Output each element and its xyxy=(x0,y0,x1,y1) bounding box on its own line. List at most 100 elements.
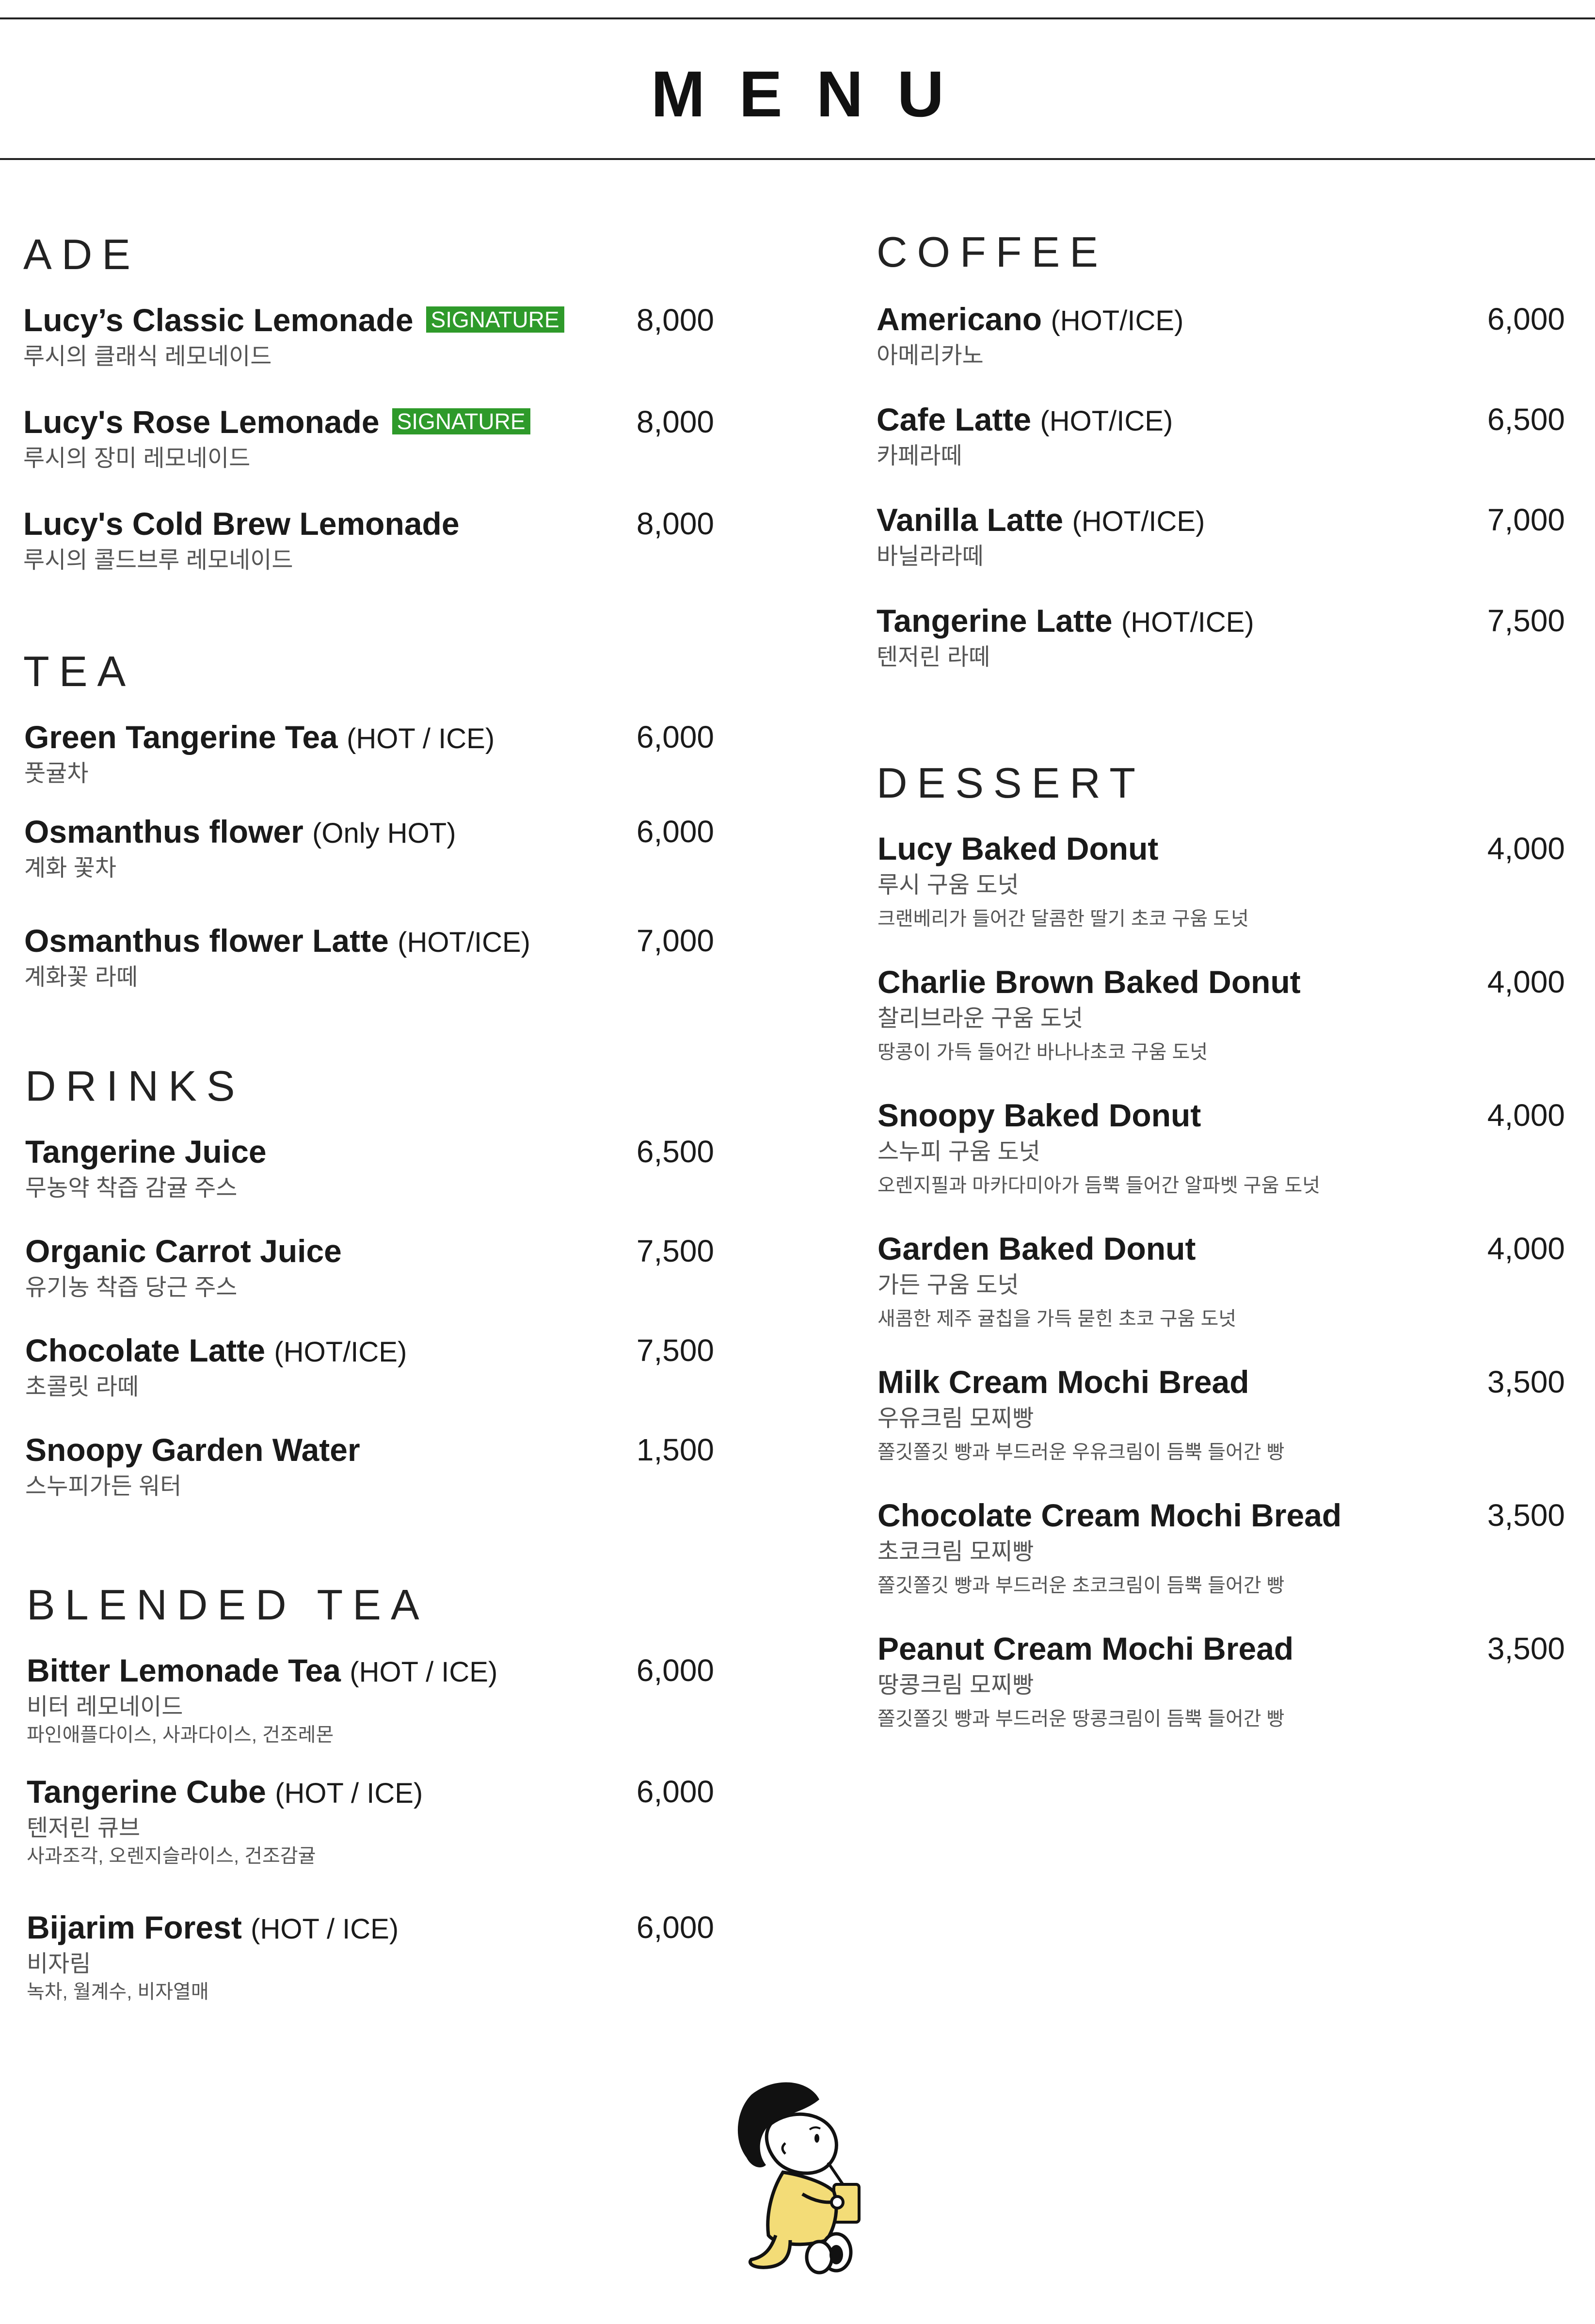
item-korean-name: 루시의 장미 레모네이드 xyxy=(23,446,251,471)
item-price: 6,500 xyxy=(636,1134,714,1169)
item-price: 4,000 xyxy=(1487,1098,1565,1133)
item-name: Lucy’s Classic Lemonade SIGNATURE xyxy=(23,301,564,339)
item-description: 쫄깃쫄깃 빵과 부드러운 땅콩크림이 듬뿍 들어간 빵 xyxy=(877,1708,1285,1730)
item-korean-name: 땅콩크림 모찌빵 xyxy=(877,1672,1034,1698)
item-price: 8,000 xyxy=(636,506,714,541)
item-price: 4,000 xyxy=(1487,831,1565,866)
item-name: Snoopy Baked Donut xyxy=(877,1097,1201,1133)
item-ingredients: 파인애플다이스, 사과다이스, 건조레몬 xyxy=(27,1724,334,1746)
menu-item: Vanilla Latte (HOT/ICE) 7,000 바닐라라떼 xyxy=(877,500,1565,573)
item-price: 3,500 xyxy=(1487,1631,1565,1666)
top-divider xyxy=(0,17,1595,19)
item-ingredients: 녹차, 월계수, 비자열매 xyxy=(27,1981,209,2003)
header-divider xyxy=(0,158,1595,160)
item-price: 7,500 xyxy=(636,1333,714,1368)
section-title-tea: TEA xyxy=(23,647,136,695)
item-korean-name: 루시 구움 도넛 xyxy=(877,872,1019,898)
section-title-blended-tea: BLENDED TEA xyxy=(27,1581,429,1629)
item-price: 6,000 xyxy=(636,1774,714,1809)
item-name: Green Tangerine Tea (HOT / ICE) xyxy=(24,719,495,755)
item-korean-name: 계화 꽃차 xyxy=(24,855,116,881)
item-korean-name: 찰리브라운 구움 도넛 xyxy=(877,1006,1084,1031)
item-price: 6,000 xyxy=(636,720,714,754)
item-description: 크랜베리가 들어간 달콤한 딸기 초코 구움 도넛 xyxy=(877,908,1249,930)
item-korean-name: 우유크림 모찌빵 xyxy=(877,1406,1034,1431)
item-korean-name: 무농약 착즙 감귤 주스 xyxy=(25,1175,238,1201)
menu-item: Charlie Brown Baked Donut 4,000 찰리브라운 구움… xyxy=(877,962,1565,1069)
item-name: Bijarim Forest (HOT / ICE) xyxy=(27,1909,399,1945)
item-name: Cafe Latte (HOT/ICE) xyxy=(877,401,1173,437)
menu-item: Bijarim Forest (HOT / ICE) 6,000 비자림 녹차,… xyxy=(27,1908,714,2010)
item-name: Osmanthus flower Latte (HOT/ICE) xyxy=(24,923,530,959)
item-korean-name: 초코크림 모찌빵 xyxy=(877,1539,1034,1565)
menu-item: Garden Baked Donut 4,000 가든 구움 도넛 새콤한 제주… xyxy=(877,1229,1565,1336)
menu-item: Chocolate Cream Mochi Bread 3,500 초코크림 모… xyxy=(877,1496,1565,1603)
item-name: Peanut Cream Mochi Bread xyxy=(877,1631,1294,1667)
signature-badge: SIGNATURE xyxy=(426,306,564,333)
menu-item: Osmanthus flower Latte (HOT/ICE) 7,000 계… xyxy=(24,921,714,994)
item-price: 8,000 xyxy=(636,303,714,337)
item-description: 땅콩이 가득 들어간 바나나초코 구움 도넛 xyxy=(877,1042,1208,1063)
item-price: 4,000 xyxy=(1487,1231,1565,1266)
section-title-coffee: COFFEE xyxy=(877,228,1108,276)
item-korean-name: 가든 구움 도넛 xyxy=(877,1272,1019,1298)
item-korean-name: 루시의 콜드브루 레모네이드 xyxy=(23,547,293,573)
item-price: 8,000 xyxy=(636,404,714,439)
item-description: 쫄깃쫄깃 빵과 부드러운 초코크림이 듬뿍 들어간 빵 xyxy=(877,1575,1285,1596)
item-price: 7,000 xyxy=(636,923,714,958)
item-name: Charlie Brown Baked Donut xyxy=(877,964,1301,1000)
item-price: 3,500 xyxy=(1487,1364,1565,1399)
lucy-drinking-icon xyxy=(737,2082,861,2275)
menu-item: Lucy's Cold Brew Lemonade 8,000 루시의 콜드브루… xyxy=(23,504,714,577)
item-name: Lucy Baked Donut xyxy=(877,831,1159,866)
item-name: Tangerine Cube (HOT / ICE) xyxy=(27,1774,423,1810)
item-korean-name: 텐저린 큐브 xyxy=(27,1815,141,1841)
item-korean-name: 비자림 xyxy=(27,1951,91,1977)
item-price: 6,000 xyxy=(636,1653,714,1688)
item-korean-name: 루시의 클래식 레모네이드 xyxy=(23,344,272,369)
item-price: 7,500 xyxy=(1487,603,1565,638)
menu-item: Milk Cream Mochi Bread 3,500 우유크림 모찌빵 쫄깃… xyxy=(877,1362,1565,1469)
item-price: 6,000 xyxy=(1487,302,1565,337)
menu-item: Green Tangerine Tea (HOT / ICE) 6,000 풋귤… xyxy=(24,718,714,790)
item-description: 쫄깃쫄깃 빵과 부드러운 우유크림이 듬뿍 들어간 빵 xyxy=(877,1442,1285,1463)
item-korean-name: 텐저린 라떼 xyxy=(877,644,990,670)
item-name: Osmanthus flower (Only HOT) xyxy=(24,814,456,849)
item-price: 6,000 xyxy=(636,1910,714,1945)
item-korean-name: 유기농 착즙 당근 주스 xyxy=(25,1275,238,1300)
menu-item: Osmanthus flower (Only HOT) 6,000 계화 꽃차 xyxy=(24,812,714,885)
item-name: Americano (HOT/ICE) xyxy=(877,301,1184,337)
item-korean-name: 비터 레모네이드 xyxy=(27,1694,183,1720)
item-price: 1,500 xyxy=(636,1432,714,1467)
item-name: Tangerine Latte (HOT/ICE) xyxy=(877,603,1254,639)
item-korean-name: 바닐라라떼 xyxy=(877,544,984,569)
item-name: Milk Cream Mochi Bread xyxy=(877,1364,1249,1400)
menu-item: Tangerine Juice 6,500 무농약 착즙 감귤 주스 xyxy=(25,1132,714,1205)
menu-item: Lucy Baked Donut 4,000 루시 구움 도넛 크랜베리가 들어… xyxy=(877,829,1565,936)
item-price: 6,500 xyxy=(1487,402,1565,437)
item-name: Chocolate Cream Mochi Bread xyxy=(877,1497,1342,1533)
section-title-ade: ADE xyxy=(23,230,140,278)
item-korean-name: 스누피 구움 도넛 xyxy=(877,1139,1040,1165)
item-korean-name: 스누피가든 워터 xyxy=(25,1474,182,1499)
menu-item: Organic Carrot Juice 7,500 유기농 착즙 당근 주스 xyxy=(25,1232,714,1304)
item-name: Tangerine Juice xyxy=(25,1134,267,1170)
item-ingredients: 사과조각, 오렌지슬라이스, 건조감귤 xyxy=(27,1845,316,1867)
section-title-dessert: DESSERT xyxy=(877,759,1146,807)
menu-item: Tangerine Latte (HOT/ICE) 7,500 텐저린 라떼 xyxy=(877,601,1565,674)
item-price: 7,000 xyxy=(1487,502,1565,537)
item-name: Chocolate Latte (HOT/ICE) xyxy=(25,1332,407,1368)
menu-item: Tangerine Cube (HOT / ICE) 6,000 텐저린 큐브 … xyxy=(27,1772,714,1874)
item-name: Garden Baked Donut xyxy=(877,1231,1196,1266)
menu-item: Lucy’s Classic Lemonade SIGNATURE 8,000 루… xyxy=(23,301,714,373)
menu-item: Chocolate Latte (HOT/ICE) 7,500 초콜릿 라떼 xyxy=(25,1331,714,1404)
item-price: 4,000 xyxy=(1487,964,1565,999)
item-name: Lucy's Rose Lemonade SIGNATURE xyxy=(23,402,530,441)
menu-item: Snoopy Garden Water 1,500 스누피가든 워터 xyxy=(25,1430,714,1503)
menu-item: Cafe Latte (HOT/ICE) 6,500 카페라떼 xyxy=(877,400,1565,473)
item-korean-name: 초콜릿 라떼 xyxy=(25,1374,139,1400)
menu-item: Bitter Lemonade Tea (HOT / ICE) 6,000 비터… xyxy=(27,1651,714,1753)
menu-item: Peanut Cream Mochi Bread 3,500 땅콩크림 모찌빵 … xyxy=(877,1629,1565,1736)
menu-title: MENU xyxy=(651,58,978,130)
item-name: Bitter Lemonade Tea (HOT / ICE) xyxy=(27,1652,498,1688)
